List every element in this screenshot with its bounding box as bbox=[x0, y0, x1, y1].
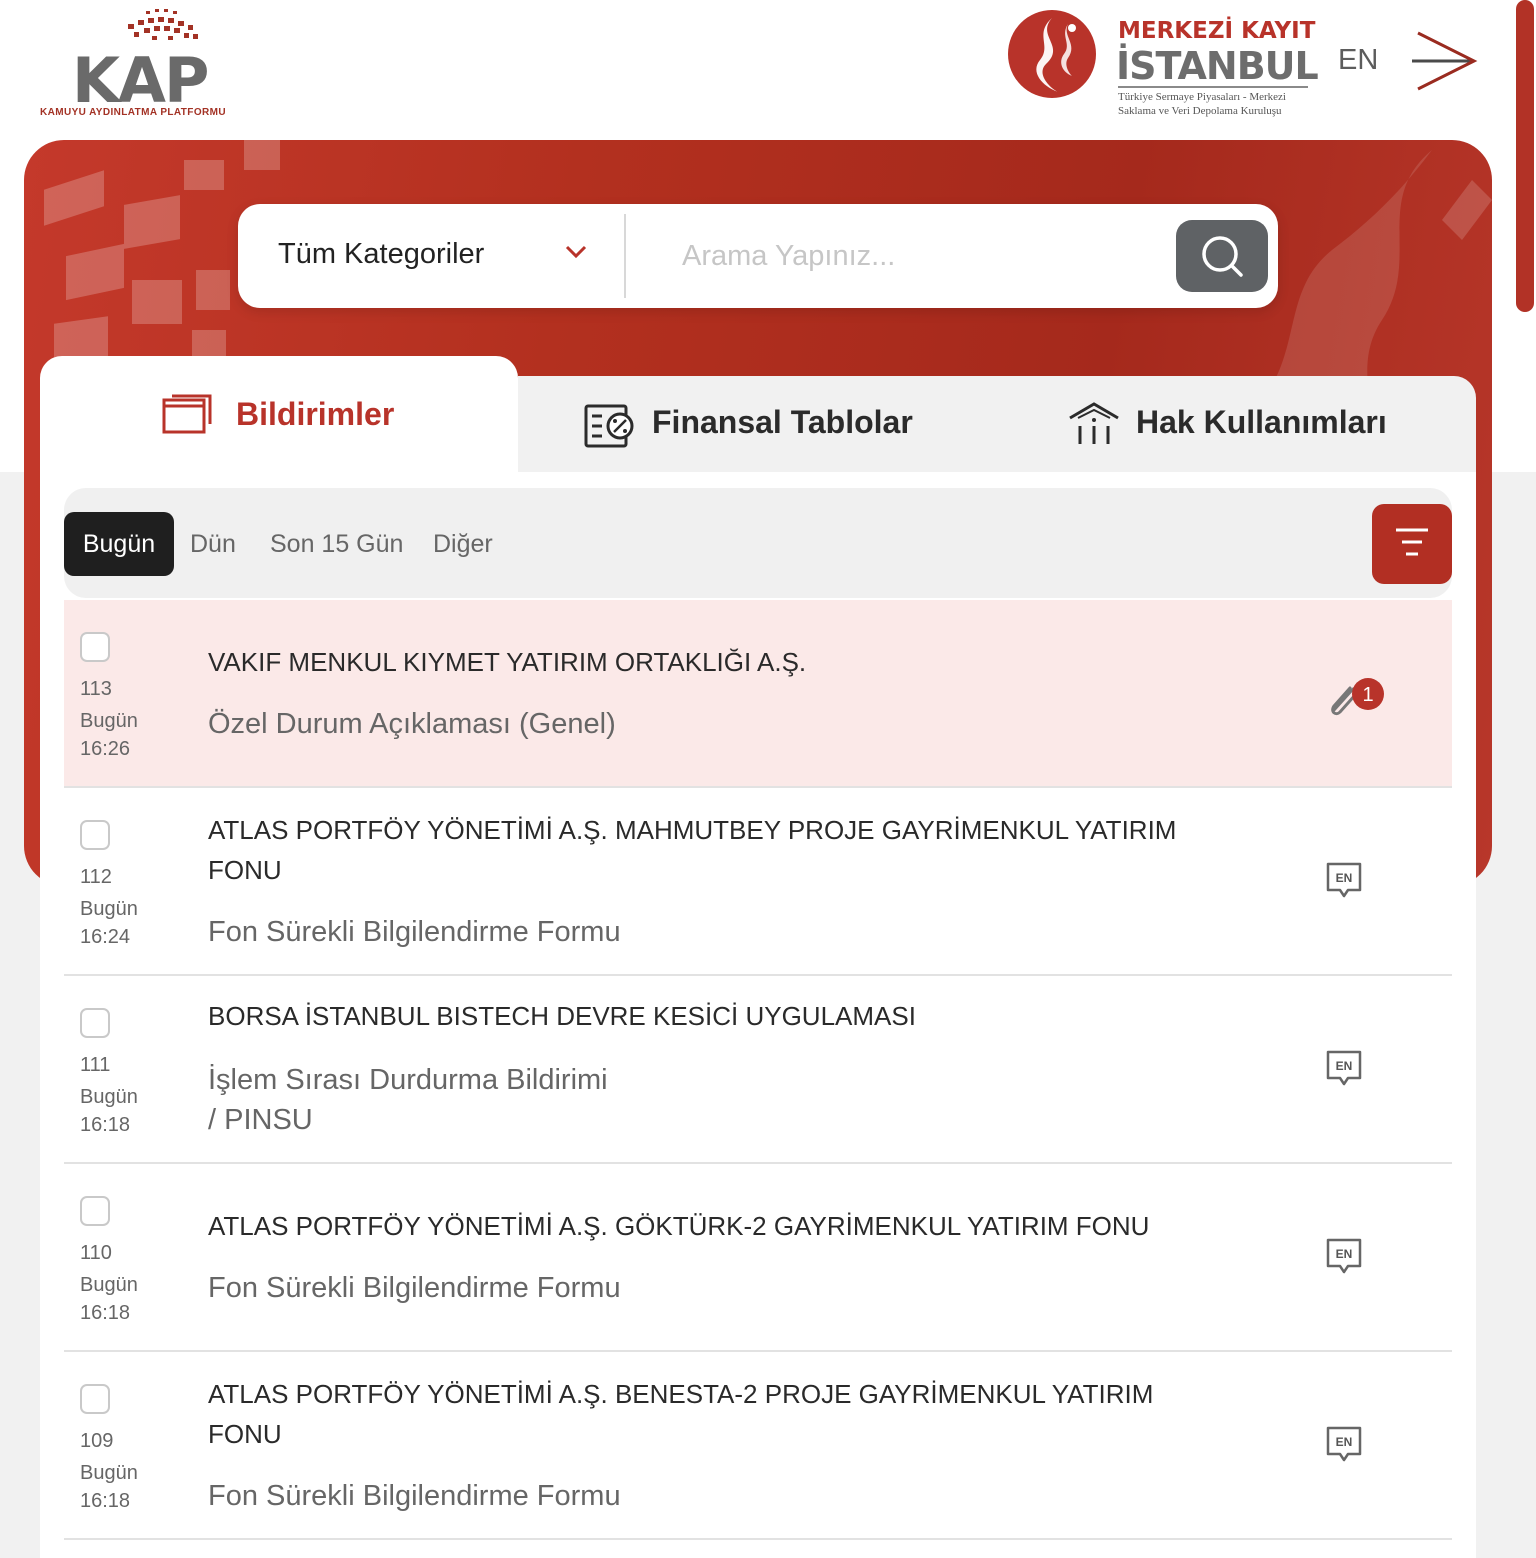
en-speech-bubble-icon: EN bbox=[1326, 1050, 1362, 1086]
svg-text:EN: EN bbox=[1336, 1435, 1353, 1449]
row-day: Bugün bbox=[80, 1462, 138, 1484]
row-company[interactable]: ATLAS PORTFÖY YÖNETİMİ A.Ş. GÖKTÜRK-2 GA… bbox=[208, 1206, 1208, 1246]
row-time: 16:24 bbox=[80, 926, 131, 948]
language-toggle[interactable]: EN bbox=[1338, 44, 1378, 77]
mkk-title-2: İSTANBUL bbox=[1116, 44, 1319, 88]
row-day: Bugün bbox=[80, 1086, 138, 1108]
row-checkbox[interactable] bbox=[80, 820, 110, 850]
filter-yesterday[interactable]: Dün bbox=[190, 512, 236, 576]
notifications-icon bbox=[162, 394, 212, 434]
tab-notifications[interactable]: Bildirimler bbox=[40, 356, 518, 486]
search-button[interactable] bbox=[1176, 220, 1268, 292]
row-type: Özel Durum Açıklaması (Genel) bbox=[208, 708, 616, 740]
svg-text:EN: EN bbox=[1336, 1247, 1353, 1261]
date-filter-bar: Bugün Dün Son 15 Gün Diğer bbox=[64, 488, 1452, 598]
en-speech-bubble-icon: EN bbox=[1326, 862, 1362, 898]
arrow-right-icon bbox=[1412, 31, 1478, 91]
row-number: 112 bbox=[80, 866, 112, 888]
row-time: 16:18 bbox=[80, 1302, 131, 1324]
row-time: 16:18 bbox=[80, 1490, 131, 1512]
scrollbar-thumb[interactable] bbox=[1516, 0, 1534, 312]
row-type: Fon Sürekli Bilgilendirme Formu bbox=[208, 916, 621, 948]
tab-notifications-label: Bildirimler bbox=[236, 396, 395, 432]
filter-icon bbox=[1396, 528, 1428, 556]
row-number: 109 bbox=[80, 1430, 114, 1452]
financial-tables-icon bbox=[584, 404, 634, 448]
attachment-count: 1 bbox=[1362, 684, 1373, 706]
row-company[interactable]: ATLAS PORTFÖY YÖNETİMİ A.Ş. BENESTA-2 PR… bbox=[208, 1374, 1208, 1454]
mkk-logo[interactable]: MERKEZİ KAYIT İSTANBUL Türkiye Sermaye P… bbox=[1006, 6, 1319, 122]
svg-text:EN: EN bbox=[1336, 871, 1353, 885]
row-checkbox[interactable] bbox=[80, 632, 110, 662]
kap-globe-icon bbox=[128, 9, 198, 40]
filter-last-15-days[interactable]: Son 15 Gün bbox=[270, 512, 403, 576]
mkk-emblem-icon bbox=[1008, 10, 1096, 98]
filter-other[interactable]: Diğer bbox=[433, 512, 493, 576]
row-company[interactable]: ATLAS PORTFÖY YÖNETİMİ A.Ş. MAHMUTBEY PR… bbox=[208, 810, 1208, 890]
row-meta: 112 Bugün 16:24 bbox=[80, 862, 138, 950]
tab-financial-label: Finansal Tablolar bbox=[652, 404, 913, 440]
english-version-button[interactable]: EN bbox=[1324, 1424, 1364, 1469]
en-speech-bubble-icon: EN bbox=[1326, 1426, 1362, 1462]
filter-button[interactable] bbox=[1372, 504, 1452, 584]
row-company[interactable]: BORSA İSTANBUL BISTECH DEVRE KESİCİ UYGU… bbox=[208, 996, 1208, 1036]
search-divider bbox=[624, 214, 626, 298]
menu-arrow-button[interactable] bbox=[1410, 30, 1480, 97]
svg-text:EN: EN bbox=[1336, 1059, 1353, 1073]
row-time: 16:18 bbox=[80, 1114, 131, 1136]
chevron-down-icon[interactable] bbox=[564, 244, 588, 260]
search-icon bbox=[1202, 236, 1243, 277]
row-number: 111 bbox=[80, 1054, 111, 1076]
english-version-button[interactable]: EN bbox=[1324, 860, 1364, 905]
row-checkbox[interactable] bbox=[80, 1196, 110, 1226]
row-day: Bugün bbox=[80, 898, 138, 920]
institution-icon bbox=[1069, 402, 1119, 444]
kap-logo[interactable]: KAP KAMUYU AYDINLATMA PLATFORMU bbox=[38, 6, 248, 122]
mkk-title-1: MERKEZİ KAYIT bbox=[1118, 18, 1316, 44]
en-speech-bubble-icon: EN bbox=[1326, 1238, 1362, 1274]
row-checkbox[interactable] bbox=[80, 1384, 110, 1414]
row-number: 110 bbox=[80, 1242, 112, 1264]
row-day: Bugün bbox=[80, 1274, 138, 1296]
notification-row[interactable]: 113 Bugün 16:26 VAKIF MENKUL KIYMET YATI… bbox=[64, 600, 1452, 788]
row-meta: 111 Bugün 16:18 bbox=[80, 1050, 138, 1138]
filter-today[interactable]: Bugün bbox=[64, 512, 174, 576]
row-type: Fon Sürekli Bilgilendirme Formu bbox=[208, 1480, 621, 1512]
notification-row[interactable]: 111 Bugün 16:18 BORSA İSTANBUL BISTECH D… bbox=[64, 976, 1452, 1164]
english-version-button[interactable]: EN bbox=[1324, 1236, 1364, 1281]
paperclip-icon: 1 bbox=[1331, 678, 1384, 716]
page-scrollbar[interactable] bbox=[1516, 0, 1536, 312]
notification-row[interactable]: 110 Bugün 16:18 ATLAS PORTFÖY YÖNETİMİ A… bbox=[64, 1164, 1452, 1352]
mkk-description: Türkiye Sermaye Piyasaları - Merkezi Sak… bbox=[1118, 91, 1286, 117]
english-version-button[interactable]: EN bbox=[1324, 1048, 1364, 1093]
row-type: Fon Sürekli Bilgilendirme Formu bbox=[208, 1272, 621, 1304]
notification-row[interactable]: 112 Bugün 16:24 ATLAS PORTFÖY YÖNETİMİ A… bbox=[64, 788, 1452, 976]
tab-rights[interactable]: Hak Kullanımları bbox=[1068, 396, 1448, 456]
notification-row[interactable]: 109 Bugün 16:18 ATLAS PORTFÖY YÖNETİMİ A… bbox=[64, 1352, 1452, 1540]
row-number: 113 bbox=[80, 678, 112, 700]
row-company[interactable]: VAKIF MENKUL KIYMET YATIRIM ORTAKLIĞI A.… bbox=[208, 642, 1208, 682]
row-day: Bugün bbox=[80, 710, 138, 732]
row-type-code: / PINSU bbox=[208, 1104, 313, 1136]
row-time: 16:26 bbox=[80, 738, 131, 760]
search-bar: Tüm Kategoriler bbox=[238, 204, 1278, 308]
mkk-divider bbox=[1118, 86, 1308, 88]
category-select[interactable]: Tüm Kategoriler bbox=[278, 238, 484, 271]
tab-rights-label: Hak Kullanımları bbox=[1136, 404, 1387, 440]
row-meta: 113 Bugün 16:26 bbox=[80, 674, 138, 762]
row-meta: 109 Bugün 16:18 bbox=[80, 1426, 138, 1514]
tab-financial-tables[interactable]: Finansal Tablolar bbox=[584, 396, 964, 456]
row-type: İşlem Sırası Durdurma Bildirimi bbox=[208, 1064, 608, 1096]
attachment-badge[interactable]: 1 bbox=[1324, 676, 1388, 721]
search-input[interactable] bbox=[682, 232, 1162, 280]
row-meta: 110 Bugün 16:18 bbox=[80, 1238, 138, 1326]
kap-logo-subtitle: KAMUYU AYDINLATMA PLATFORMU bbox=[40, 107, 226, 118]
row-checkbox[interactable] bbox=[80, 1008, 110, 1038]
